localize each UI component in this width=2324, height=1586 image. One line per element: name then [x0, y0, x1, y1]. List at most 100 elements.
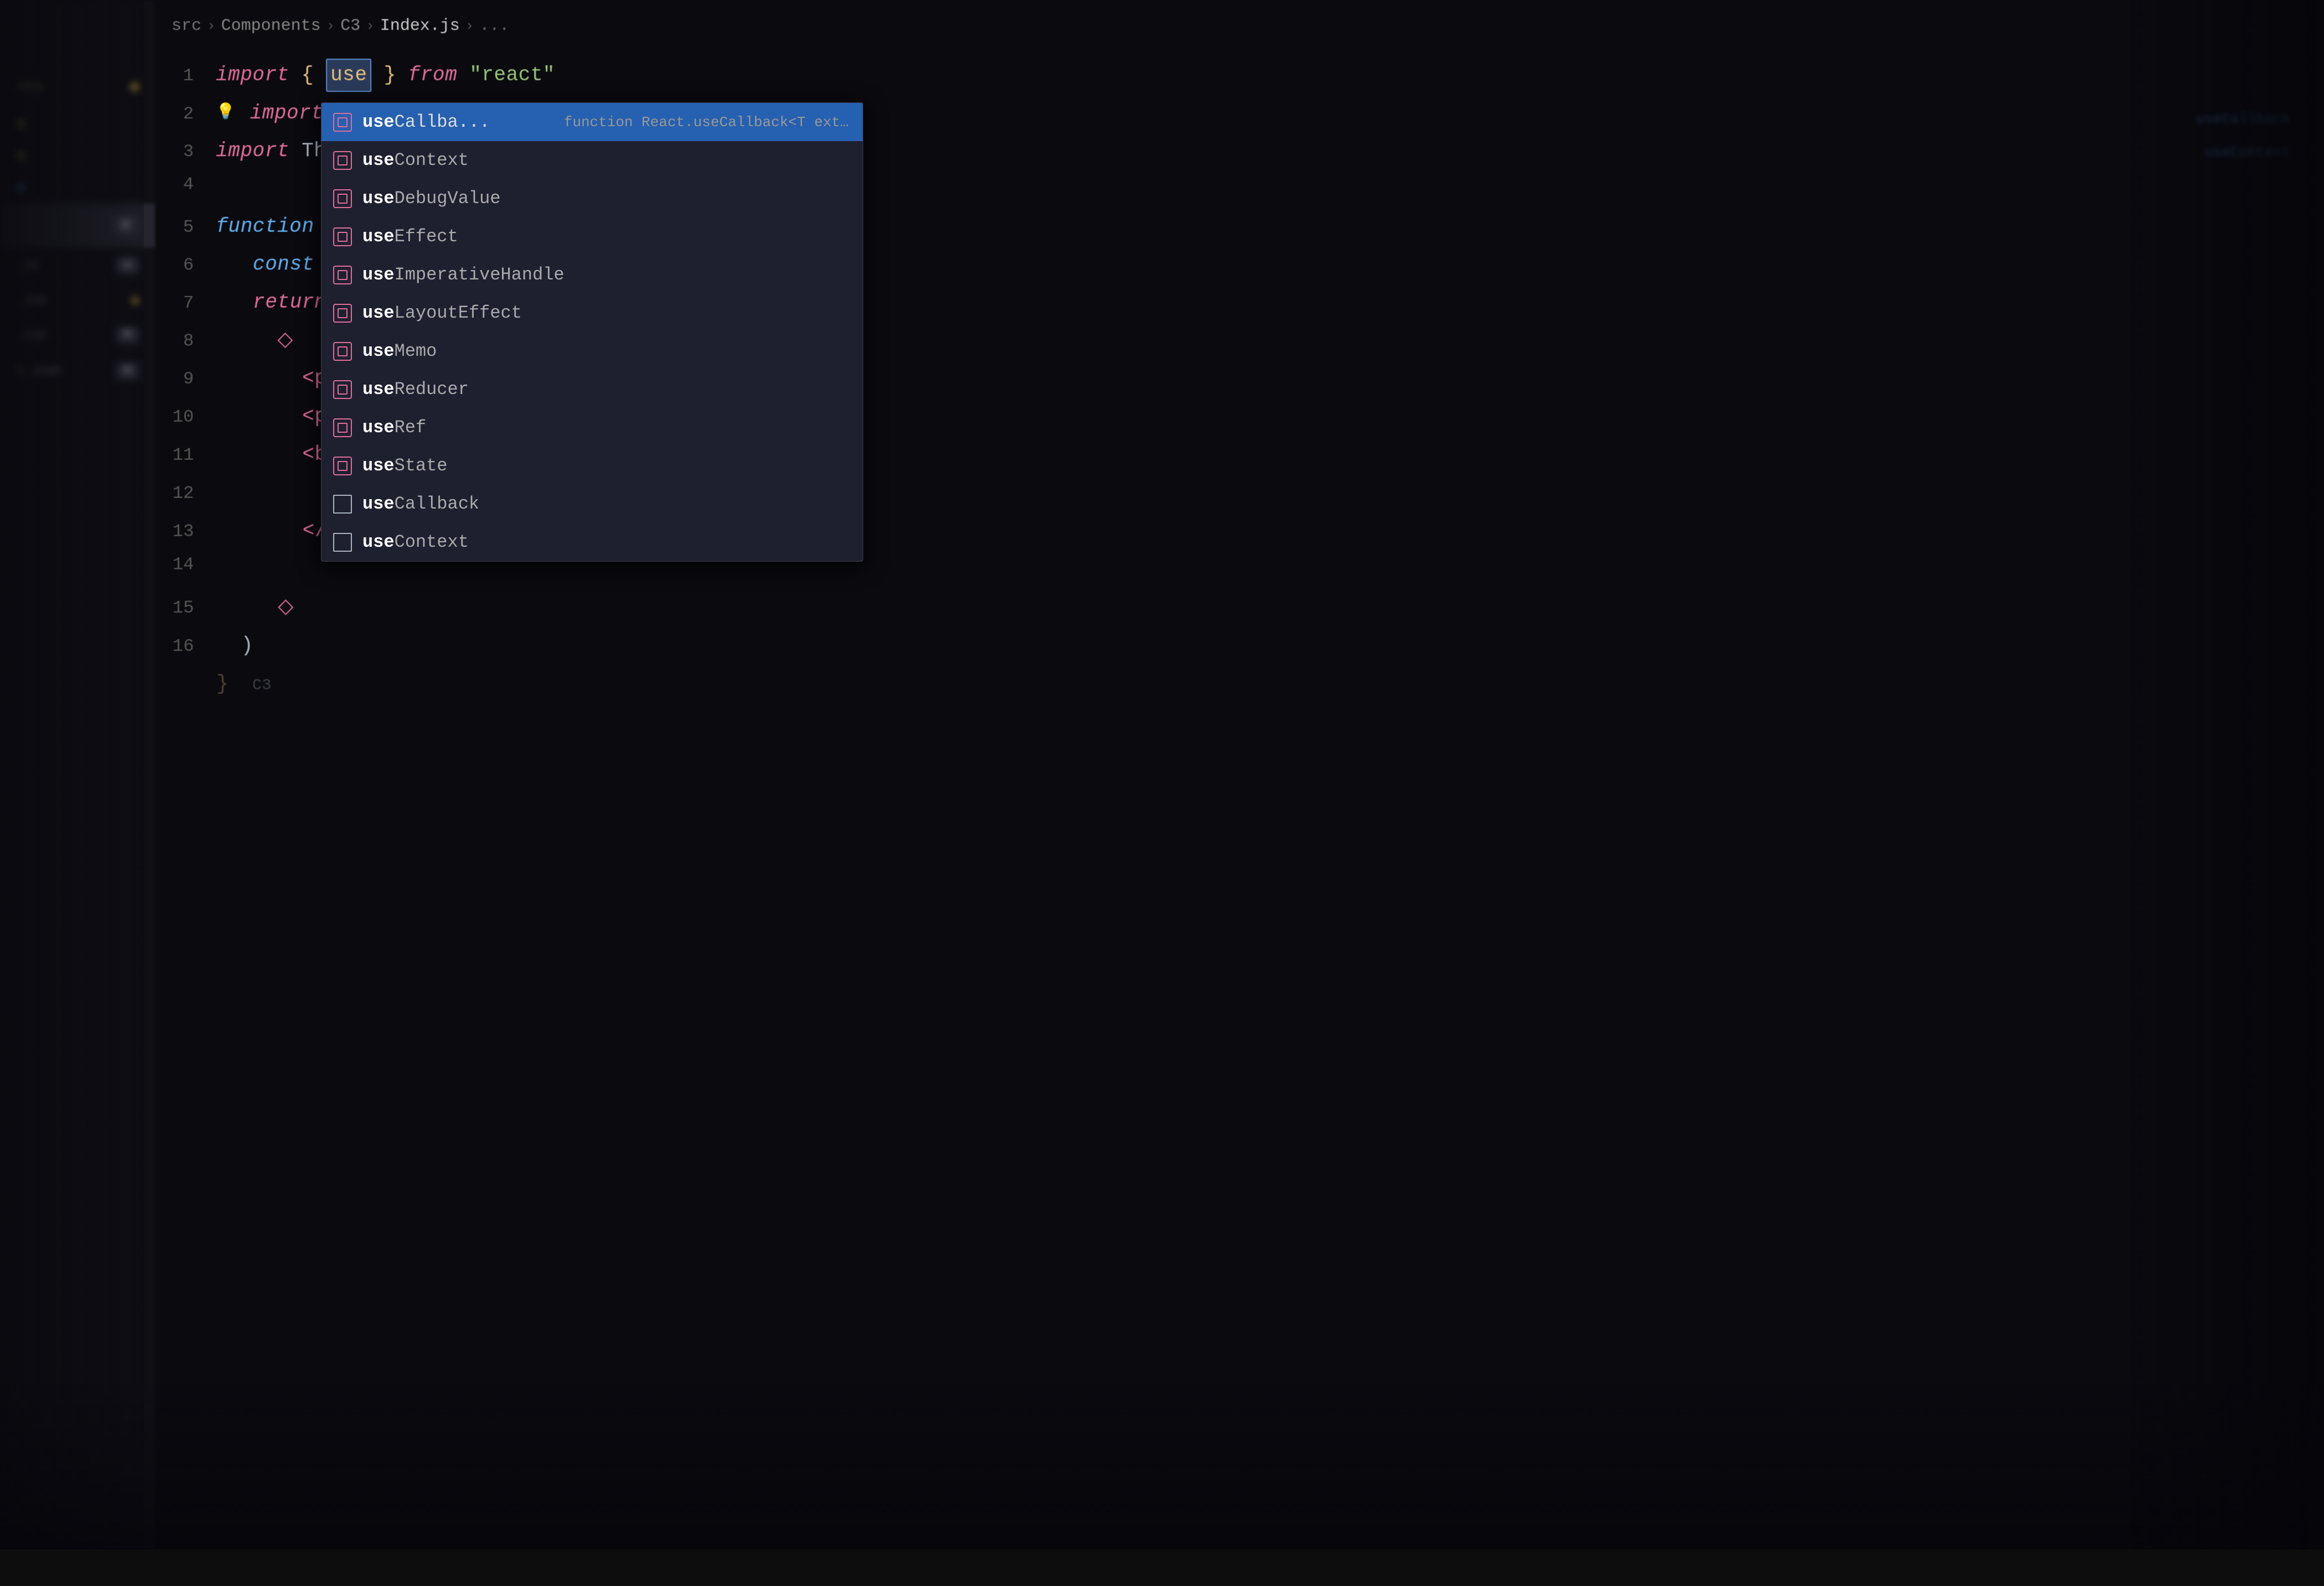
autocomplete-icon-3 [333, 227, 352, 247]
token-indent-7 [216, 291, 240, 314]
line-content-17: } C3 [216, 669, 272, 699]
breadcrumb-sep-2: › [326, 18, 335, 34]
line-content-8: ◇ [216, 325, 293, 355]
autocomplete-item-3[interactable]: useEffect [321, 217, 863, 256]
cube-icon-1 [333, 151, 352, 170]
sidebar-item-5[interactable]: U [0, 204, 155, 247]
rest-5: LayoutEffect [395, 303, 522, 323]
dot-1 [131, 83, 138, 91]
code-line-15: 15 ◇ [160, 589, 2324, 627]
token-indent-10 [216, 405, 290, 428]
dot-jsx [132, 297, 138, 304]
sidebar-file-css[interactable]: .css M [0, 317, 155, 353]
autocomplete-item-11[interactable]: useContext [321, 523, 863, 561]
autocomplete-item-10[interactable]: useCallback [321, 485, 863, 523]
rest-2: DebugValue [395, 188, 501, 209]
sidebar-item-1[interactable]: nts [0, 66, 155, 107]
square-icon-11 [333, 533, 352, 552]
autocomplete-icon-2 [333, 189, 352, 209]
editor-container: nts U .js U .jsx [0, 0, 2324, 1549]
line-num-6: 6 [160, 255, 216, 275]
autocomplete-item-9[interactable]: useState [321, 447, 863, 485]
token-indent-6 [216, 253, 240, 276]
autocomplete-label-8: useRef [362, 417, 852, 438]
token-return: return [253, 291, 326, 314]
autocomplete-item-0[interactable]: useCallba... function React.useCallback<… [321, 103, 863, 141]
cube-icon-0 [333, 113, 352, 132]
sidebar-file-js[interactable]: .js U [0, 247, 155, 283]
sidebar-item-3[interactable] [0, 139, 155, 172]
autocomplete-item-4[interactable]: useImperativeHandle [321, 256, 863, 294]
dot-4 [17, 184, 24, 191]
autocomplete-item-1[interactable]: useContext [321, 141, 863, 179]
autocomplete-icon-7 [333, 380, 352, 400]
match-3: use [362, 226, 395, 247]
token-brace-close-1: } [383, 64, 396, 86]
breadcrumb-src: src [172, 17, 201, 35]
match-6: use [362, 341, 395, 361]
autocomplete-icon-6 [333, 341, 352, 361]
rest-11: Context [395, 532, 469, 552]
autocomplete-label-4: useImperativeHandle [362, 265, 852, 285]
token-diamond-close: ◇ [278, 595, 294, 619]
code-line-16: 16 ) [160, 627, 2324, 665]
right-hint-2: useContext [2196, 144, 2291, 160]
right-hints: useCallback useContext [2196, 111, 2291, 177]
match-4: use [362, 265, 395, 285]
line-content-16: ) [216, 631, 253, 661]
autocomplete-label-7: useReducer [362, 379, 852, 400]
breadcrumb-sep-4: › [465, 18, 474, 34]
line-num-2: 2 [160, 103, 216, 124]
line-num-16: 16 [160, 636, 216, 657]
match-8: use [362, 417, 395, 438]
autocomplete-item-2[interactable]: useDebugValue [321, 179, 863, 217]
token-brace-close: } [216, 672, 229, 696]
autocomplete-label-2: useDebugValue [362, 188, 852, 209]
badge-css: M [116, 327, 138, 343]
autocomplete-icon-11 [333, 532, 352, 552]
line-num-4: 4 [160, 174, 216, 194]
autocomplete-label-3: useEffect [362, 226, 852, 247]
breadcrumb-sep-1: › [207, 18, 216, 34]
autocomplete-icon-0 [333, 112, 352, 132]
cube-icon-4 [333, 266, 352, 284]
line-num-11: 11 [160, 444, 216, 465]
sidebar-label-1: nts [17, 79, 43, 95]
sidebar-file-list: nts U .js U .jsx [0, 0, 155, 389]
autocomplete-hint-0: function React.useCallback<T extends... [564, 114, 852, 131]
autocomplete-item-5[interactable]: useLayoutEffect [321, 294, 863, 332]
rest-7: Reducer [395, 379, 469, 400]
token-indent-12 [216, 481, 315, 504]
filename-js: .js [17, 258, 39, 272]
token-indent-13 [216, 519, 290, 542]
autocomplete-icon-8 [333, 418, 352, 438]
cube-icon-7 [333, 380, 352, 399]
autocomplete-label-5: useLayoutEffect [362, 303, 852, 323]
cube-icon-8 [333, 418, 352, 437]
match-7: use [362, 379, 395, 400]
badge-5: U [113, 216, 138, 235]
autocomplete-item-8[interactable]: useRef [321, 408, 863, 447]
autocomplete-label-1: useContext [362, 150, 852, 170]
breadcrumb-components: Components [221, 17, 321, 35]
sidebar-file-jsx[interactable]: .jsx [0, 283, 155, 317]
token-from: from [408, 64, 458, 86]
sidebar: nts U .js U .jsx [0, 0, 155, 1549]
token-paren-close: ) [216, 634, 253, 657]
token-import-2: import [250, 102, 324, 125]
autocomplete-icon-1 [333, 151, 352, 170]
autocomplete-item-7[interactable]: useReducer [321, 370, 863, 408]
square-icon-10 [333, 495, 352, 514]
dot-2 [17, 120, 24, 127]
token-c3-ref: C3 [252, 677, 272, 694]
breadcrumb-c3: C3 [340, 17, 360, 35]
sidebar-item-4[interactable] [0, 172, 155, 204]
badge-json: M [116, 363, 138, 379]
sidebar-item-2[interactable] [0, 107, 155, 139]
token-indent-9 [216, 367, 290, 390]
autocomplete-dropdown[interactable]: useCallba... function React.useCallback<… [321, 102, 863, 562]
filename-css: .css [17, 328, 46, 342]
sidebar-file-json[interactable]: k.json M [0, 353, 155, 389]
autocomplete-item-6[interactable]: useMemo [321, 332, 863, 370]
line-num-5: 5 [160, 217, 216, 237]
